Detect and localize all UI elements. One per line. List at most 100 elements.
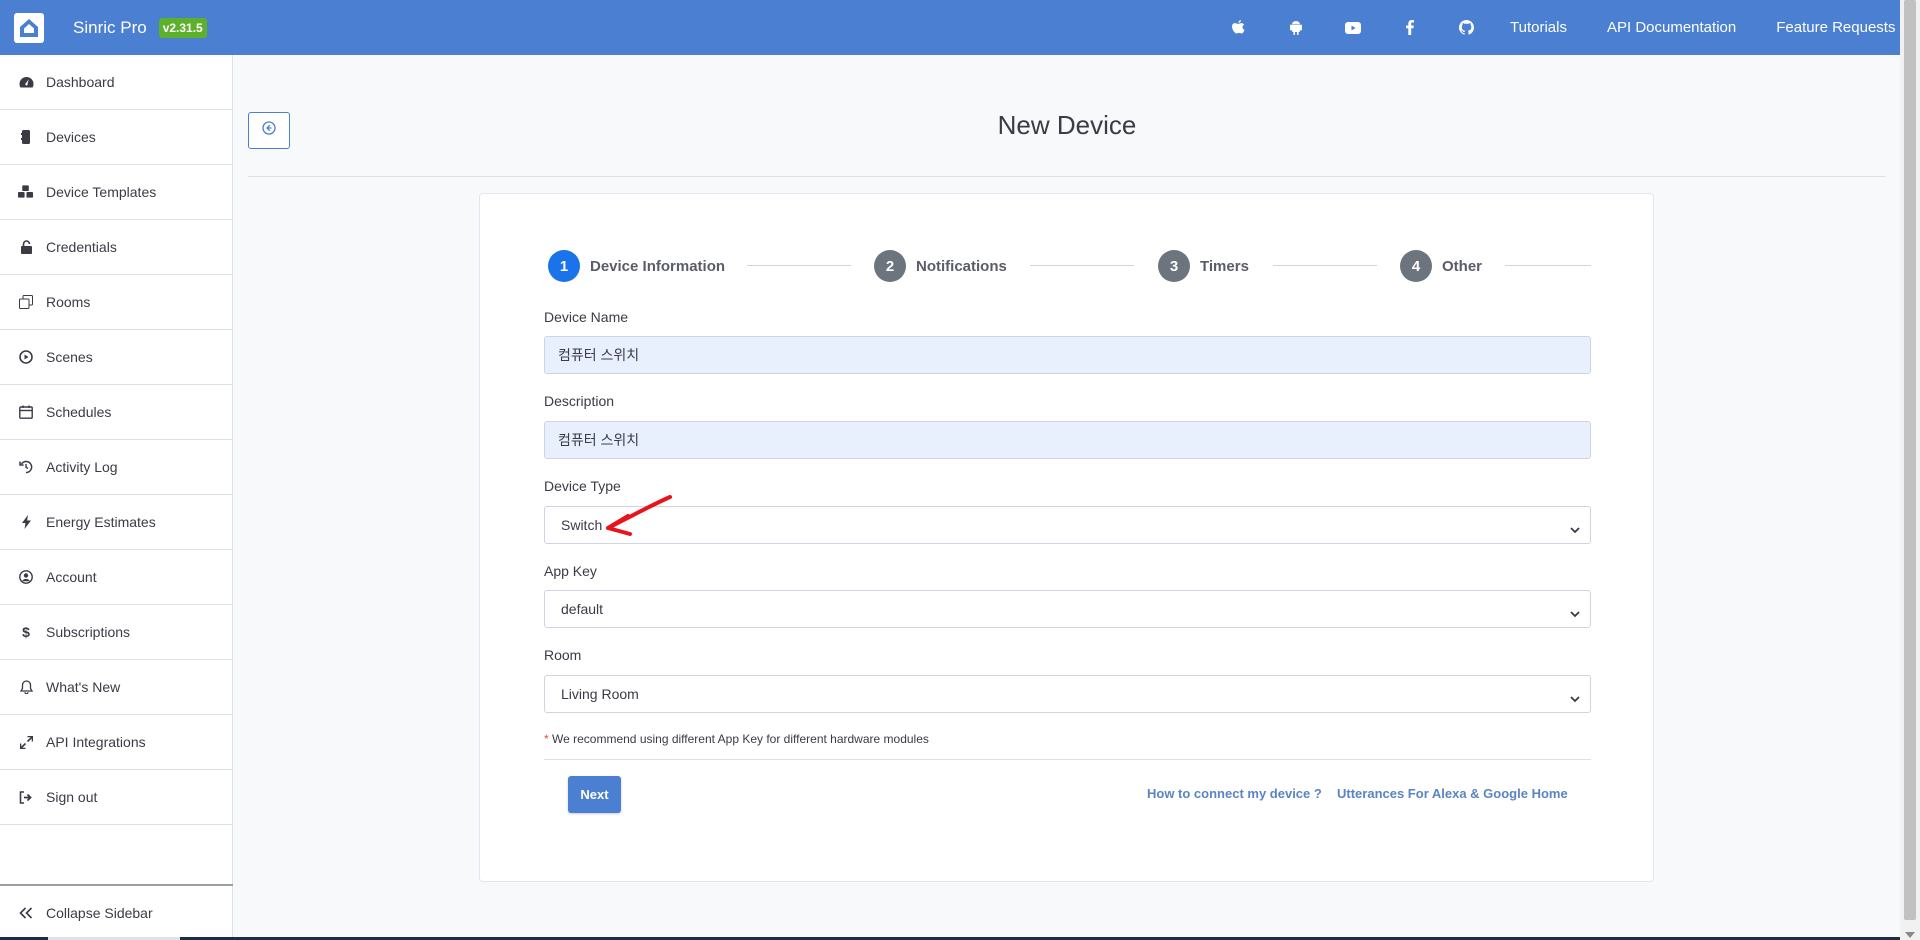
sidebar-item-label: Sign out [46, 789, 98, 805]
sidebar-item-rooms[interactable]: Rooms [0, 275, 232, 330]
collapse-sidebar-button[interactable]: Collapse Sidebar [0, 884, 233, 940]
step-device-information[interactable]: 1 Device Information [548, 250, 725, 282]
expand-arrows-icon [18, 734, 34, 750]
sidebar-item-label: What's New [46, 679, 121, 695]
how-to-connect-link[interactable]: How to connect my device ? [1147, 786, 1322, 801]
sidebar-item-api-integrations[interactable]: API Integrations [0, 715, 232, 770]
sidebar: Dashboard Devices Device Templates Crede… [0, 55, 233, 940]
divider [544, 759, 1591, 760]
device-type-value: Switch [561, 517, 603, 533]
sidebar-item-device-templates[interactable]: Device Templates [0, 165, 232, 220]
room-value: Living Room [561, 686, 639, 702]
sidebar-item-label: Energy Estimates [46, 514, 156, 530]
scroll-down-arrow-icon[interactable] [1905, 932, 1915, 938]
next-button[interactable]: Next [568, 776, 621, 813]
sidebar-item-label: Activity Log [46, 459, 118, 475]
templates-icon [18, 184, 34, 200]
github-icon[interactable] [1438, 0, 1495, 55]
collapse-sidebar-label: Collapse Sidebar [46, 905, 153, 921]
sidebar-item-scenes[interactable]: Scenes [0, 330, 232, 385]
vertical-scrollbar[interactable] [1900, 0, 1920, 940]
sidebar-item-label: Schedules [46, 404, 112, 420]
dollar-icon: $ [22, 624, 30, 640]
device-name-label: Device Name [544, 309, 629, 325]
app-key-note: * We recommend using different App Key f… [544, 732, 929, 746]
brand-name: Sinric Pro [73, 17, 147, 37]
bell-icon [18, 679, 34, 695]
sidebar-item-dashboard[interactable]: Dashboard [0, 55, 232, 110]
step-connector [1030, 265, 1134, 266]
app-key-label: App Key [544, 563, 597, 579]
sidebar-item-label: Account [46, 569, 97, 585]
sidebar-item-label: Device Templates [46, 184, 157, 200]
app-key-select[interactable]: default [544, 590, 1591, 628]
bolt-icon [18, 514, 34, 530]
facebook-icon[interactable] [1381, 0, 1438, 55]
step-number: 1 [548, 250, 580, 282]
chevron-down-icon [1570, 605, 1580, 621]
history-icon [18, 459, 34, 475]
rooms-icon [18, 294, 34, 310]
double-chevron-left-icon [18, 905, 34, 921]
sidebar-item-energy-estimates[interactable]: Energy Estimates [0, 495, 232, 550]
sidebar-item-schedules[interactable]: Schedules [0, 385, 232, 440]
sidebar-item-label: Devices [46, 129, 96, 145]
description-label: Description [544, 393, 615, 409]
room-label: Room [544, 647, 582, 663]
tutorials-link[interactable]: Tutorials [1490, 19, 1587, 36]
api-documentation-link[interactable]: API Documentation [1587, 19, 1756, 36]
sidebar-item-activity-log[interactable]: Activity Log [0, 440, 232, 495]
sidebar-item-whats-new[interactable]: What's New [0, 660, 232, 715]
sidebar-item-sign-out[interactable]: Sign out [0, 770, 232, 825]
sidebar-item-credentials[interactable]: Credentials [0, 220, 232, 275]
step-label: Device Information [590, 257, 726, 275]
sidebar-item-account[interactable]: Account [0, 550, 232, 605]
android-icon[interactable] [1267, 0, 1324, 55]
version-badge: v2.31.5 [158, 17, 207, 38]
device-type-select[interactable]: Switch [544, 506, 1591, 544]
step-number: 4 [1400, 250, 1432, 282]
unlock-icon [18, 239, 34, 255]
step-number: 2 [874, 250, 906, 282]
step-timers[interactable]: 3 Timers [1158, 250, 1249, 282]
home-logo-icon [14, 12, 44, 43]
youtube-icon[interactable] [1324, 0, 1381, 55]
arrow-circle-left-icon [262, 121, 276, 140]
play-circle-icon [18, 349, 34, 365]
sidebar-item-label: Subscriptions [46, 624, 131, 640]
chevron-down-icon [1570, 521, 1580, 537]
step-connector [1273, 265, 1377, 266]
sidebar-item-label: Rooms [46, 294, 91, 310]
device-name-input[interactable]: 컴퓨터 스위치 [544, 336, 1591, 374]
sidebar-item-label: Scenes [46, 349, 93, 365]
sidebar-item-label: API Integrations [46, 734, 146, 750]
description-input[interactable]: 컴퓨터 스위치 [544, 421, 1591, 459]
step-connector [747, 265, 851, 266]
apple-icon[interactable] [1210, 0, 1267, 55]
top-navbar: Sinric Pro v2.31.5 Tutorials API Documen… [0, 0, 1900, 55]
room-select[interactable]: Living Room [544, 675, 1591, 713]
calendar-icon [18, 404, 34, 420]
step-notifications[interactable]: 2 Notifications [874, 250, 1007, 282]
scrollbar-thumb[interactable] [1904, 0, 1916, 920]
divider [248, 176, 1886, 177]
back-button[interactable] [248, 112, 290, 149]
device-type-label: Device Type [544, 478, 621, 494]
step-label: Timers [1200, 257, 1249, 275]
sidebar-item-subscriptions[interactable]: $ Subscriptions [0, 605, 232, 660]
step-label: Other [1442, 257, 1483, 275]
chevron-down-icon [1570, 690, 1580, 706]
step-connector [1505, 265, 1591, 266]
step-label: Notifications [916, 257, 1007, 275]
sidebar-item-label: Dashboard [46, 74, 115, 90]
utterances-link[interactable]: Utterances For Alexa & Google Home [1337, 786, 1568, 801]
tachometer-icon [18, 74, 34, 90]
brand[interactable]: Sinric Pro v2.31.5 [0, 0, 232, 55]
user-circle-icon [18, 569, 34, 585]
sidebar-item-devices[interactable]: Devices [0, 110, 232, 165]
step-other[interactable]: 4 Other [1400, 250, 1482, 282]
feature-requests-link[interactable]: Feature Requests [1756, 19, 1915, 36]
annotation-arrow-icon [604, 494, 672, 541]
sidebar-item-label: Credentials [46, 239, 117, 255]
note-text: We recommend using different App Key for… [548, 732, 929, 746]
